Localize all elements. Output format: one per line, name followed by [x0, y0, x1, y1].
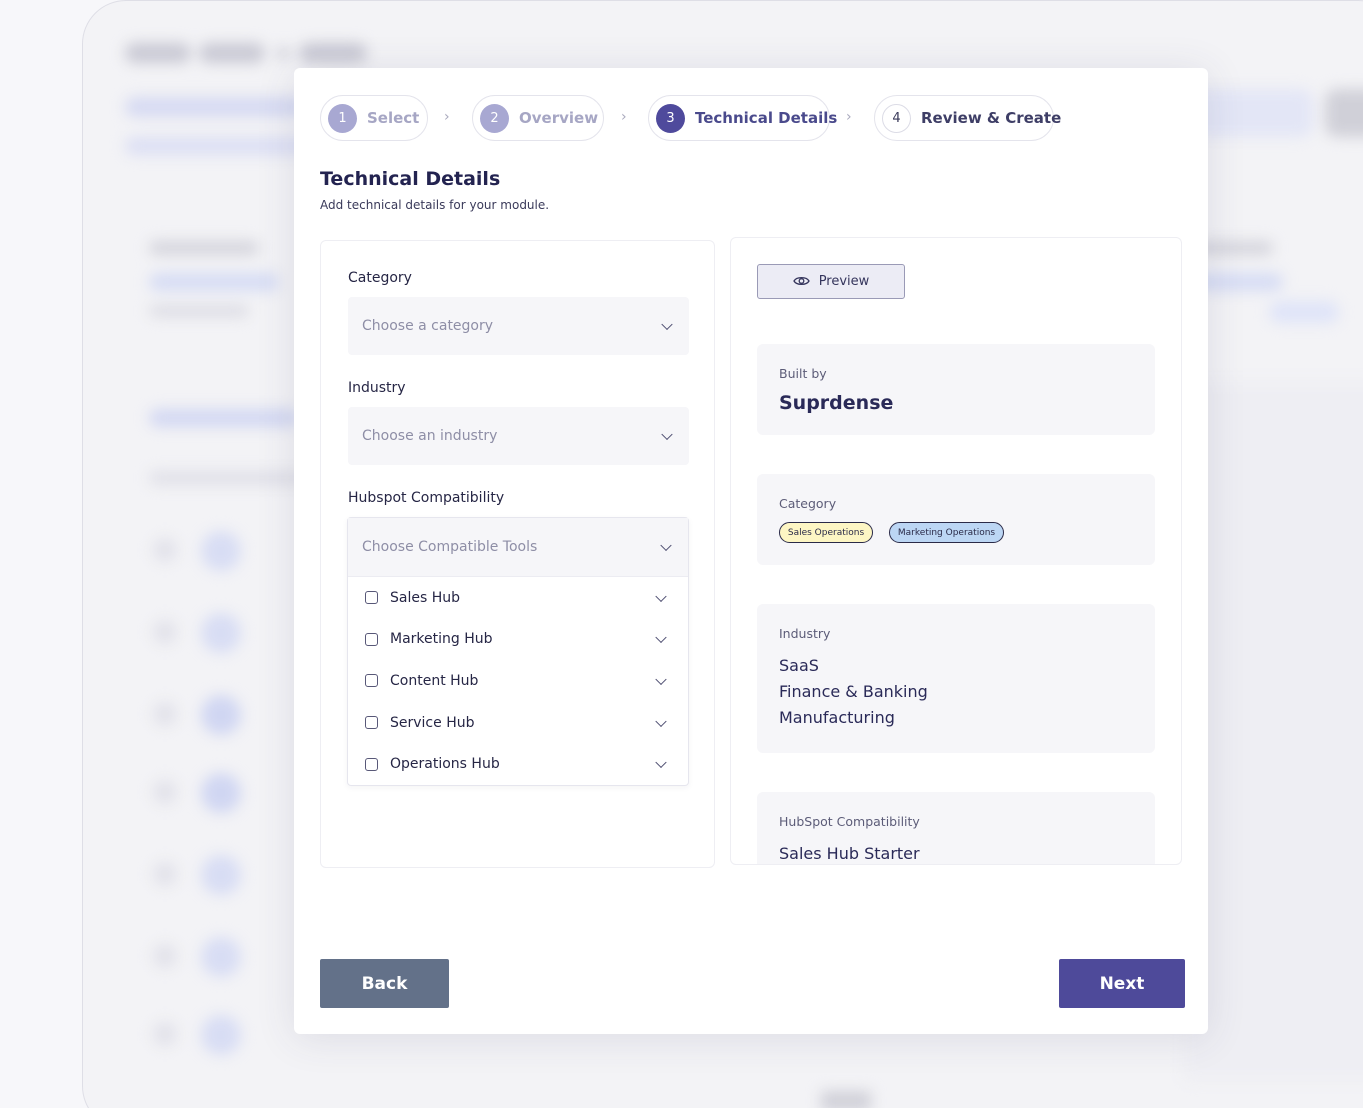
category-tag: Sales Operations	[779, 522, 873, 543]
category-label: Category	[348, 270, 412, 286]
step-number: 1	[328, 103, 357, 133]
page-subtitle: Add technical details for your module.	[320, 198, 550, 212]
chevron-down-icon	[661, 428, 673, 441]
option-label: Content Hub	[390, 672, 479, 689]
step-label: Select	[367, 109, 420, 127]
built-by-value: Suprdense	[779, 392, 894, 414]
step-number: 2	[480, 103, 509, 133]
module-preview-panel: Preview Built by Suprdense Category Sale…	[730, 237, 1182, 865]
technical-details-form: Category Choose a category Industry Choo…	[320, 240, 715, 868]
built-by-card: Built by Suprdense	[757, 344, 1155, 435]
chevron-down-icon[interactable]	[655, 756, 667, 769]
category-select[interactable]: Choose a category	[348, 297, 689, 355]
chevron-right-icon: ›	[621, 109, 627, 125]
compatibility-dropdown: Choose Compatible Tools Sales Hub Market…	[347, 517, 689, 786]
industry-value: Finance & Banking	[779, 682, 928, 701]
step-select[interactable]: 1 Select	[320, 95, 428, 141]
option-label: Marketing Hub	[390, 631, 493, 648]
option-label: Sales Hub	[390, 589, 460, 606]
industry-value: SaaS	[779, 656, 819, 675]
chevron-down-icon[interactable]	[655, 590, 667, 602]
back-button[interactable]: Back	[320, 959, 449, 1008]
industry-preview-label: Industry	[779, 626, 831, 641]
eye-icon	[792, 272, 810, 291]
preview-button[interactable]: Preview	[757, 264, 905, 299]
chevron-down-icon	[661, 318, 673, 331]
compatibility-value: Sales Hub Starter	[779, 844, 920, 863]
option-sales-hub[interactable]: Sales Hub	[348, 577, 688, 619]
industry-value: Manufacturing	[779, 708, 895, 727]
compatibility-placeholder: Choose Compatible Tools	[362, 539, 538, 555]
checkbox[interactable]	[365, 757, 378, 771]
category-tag: Marketing Operations	[889, 522, 1004, 543]
option-label: Service Hub	[390, 714, 475, 731]
industry-preview-card: Industry SaaS Finance & Banking Manufact…	[757, 604, 1155, 753]
preview-button-label: Preview	[818, 274, 870, 289]
checkbox[interactable]	[365, 716, 378, 730]
option-content-hub[interactable]: Content Hub	[348, 660, 688, 702]
chevron-right-icon: ›	[444, 109, 450, 125]
app-stage: 1 Select › 2 Overview › 3 Technical Deta…	[0, 0, 1363, 1108]
option-service-hub[interactable]: Service Hub	[348, 702, 688, 744]
step-overview[interactable]: 2 Overview	[472, 95, 604, 141]
category-preview-card: Category Sales Operations Marketing Oper…	[757, 474, 1155, 565]
compatibility-select[interactable]: Choose Compatible Tools	[348, 518, 688, 577]
compatibility-label: Hubspot Compatibility	[348, 490, 505, 506]
checkbox[interactable]	[365, 632, 378, 646]
built-by-label: Built by	[779, 366, 827, 381]
chevron-down-icon[interactable]	[655, 632, 667, 644]
step-review-create[interactable]: 4 Review & Create	[874, 95, 1061, 141]
step-number: 4	[882, 103, 911, 133]
category-placeholder: Choose a category	[362, 318, 494, 334]
chevron-down-icon[interactable]	[655, 673, 667, 686]
checkbox[interactable]	[365, 674, 378, 688]
chevron-down-icon[interactable]	[655, 715, 667, 727]
category-preview-label: Category	[779, 496, 837, 511]
option-operations-hub[interactable]: Operations Hub	[348, 743, 688, 785]
chevron-down-icon	[660, 539, 672, 552]
industry-label: Industry	[348, 380, 406, 396]
step-label: Technical Details	[695, 109, 838, 127]
compatibility-preview-label: HubSpot Compatibility	[779, 814, 920, 829]
compatibility-preview-card: HubSpot Compatibility Sales Hub Starter	[757, 792, 1155, 864]
option-label: Operations Hub	[390, 756, 500, 773]
page-title: Technical Details	[320, 168, 501, 190]
step-label: Overview	[519, 109, 599, 127]
option-marketing-hub[interactable]: Marketing Hub	[348, 619, 688, 661]
checkbox[interactable]	[365, 591, 378, 605]
industry-placeholder: Choose an industry	[362, 428, 498, 444]
next-button[interactable]: Next	[1059, 959, 1185, 1008]
step-technical-details[interactable]: 3 Technical Details	[648, 95, 837, 141]
create-module-modal: 1 Select › 2 Overview › 3 Technical Deta…	[294, 68, 1208, 1034]
step-label: Review & Create	[921, 109, 1062, 127]
chevron-right-icon: ›	[846, 109, 852, 125]
step-number: 3	[656, 103, 685, 133]
industry-select[interactable]: Choose an industry	[348, 407, 689, 465]
